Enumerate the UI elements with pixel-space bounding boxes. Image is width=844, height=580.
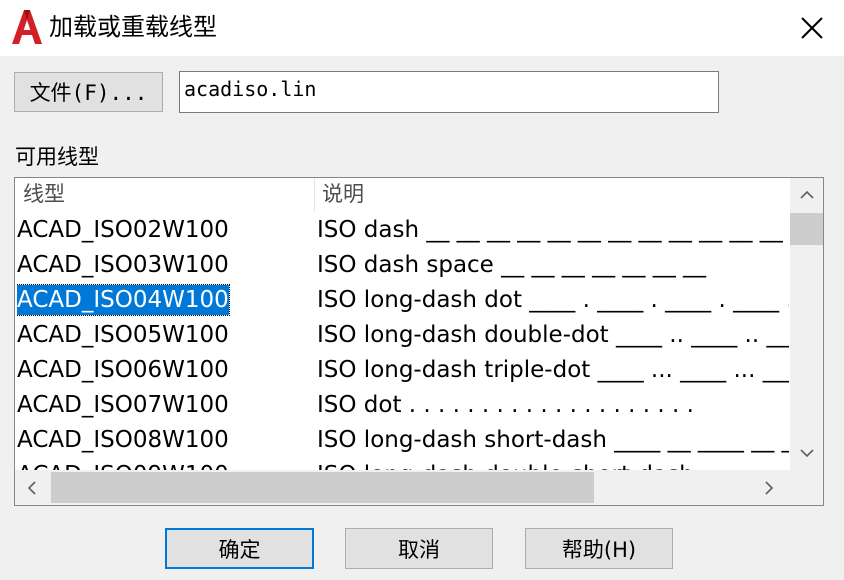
- close-icon: [801, 17, 823, 39]
- list-item[interactable]: ACAD_ISO08W100 ISO long-dash short-dash …: [15, 423, 789, 458]
- linetype-name: ACAD_ISO05W100: [17, 322, 229, 348]
- list-item[interactable]: ACAD_ISO09W100 ISO long-dash double-shor…: [15, 458, 789, 470]
- dialog-title: 加载或重载线型: [49, 13, 217, 41]
- list-item[interactable]: ACAD_ISO02W100 ISO dash __ __ __ __ __ _…: [15, 213, 789, 248]
- horizontal-scrollbar[interactable]: [15, 470, 790, 505]
- horizontal-scroll-thumb[interactable]: [51, 472, 594, 503]
- linetype-name: ACAD_ISO03W100: [17, 252, 229, 278]
- title-bar: 加载或重载线型: [0, 0, 844, 56]
- linetype-description: ISO long-dash short-dash ____ __ ____ __…: [317, 427, 789, 453]
- ok-button[interactable]: 确定: [165, 528, 314, 569]
- column-header-linetype[interactable]: 线型: [23, 180, 65, 208]
- column-header-description[interactable]: 说明: [322, 180, 364, 208]
- chevron-down-icon: [799, 449, 814, 458]
- scroll-up-button[interactable]: [790, 178, 823, 211]
- scroll-left-button[interactable]: [15, 470, 48, 505]
- file-path-field[interactable]: acadiso.lin: [179, 71, 719, 113]
- list-item[interactable]: ACAD_ISO05W100 ISO long-dash double-dot …: [15, 318, 789, 353]
- help-button[interactable]: 帮助(H): [525, 528, 673, 569]
- linetype-description: ISO dash __ __ __ __ __ __ __ __ __ __ _…: [317, 217, 789, 243]
- linetype-description: ISO dot . . . . . . . . . . . . . . . . …: [317, 392, 694, 418]
- vertical-scrollbar[interactable]: [790, 178, 823, 470]
- list-header: 线型 说明: [15, 178, 789, 211]
- chevron-left-icon: [27, 480, 36, 495]
- autocad-logo-icon: [12, 10, 42, 44]
- linetype-name: ACAD_ISO08W100: [17, 427, 229, 453]
- chevron-up-icon: [799, 190, 814, 199]
- linetype-description: ISO long-dash double-dot ____ .. ____ ..…: [317, 322, 789, 348]
- list-item[interactable]: ACAD_ISO07W100 ISO dot . . . . . . . . .…: [15, 388, 789, 423]
- linetype-name: ACAD_ISO09W100: [17, 460, 229, 470]
- close-button[interactable]: [790, 6, 834, 50]
- linetype-list[interactable]: 线型 说明 ACAD_ISO02W100 ISO dash __ __ __ _…: [14, 177, 824, 506]
- list-item-selected[interactable]: ACAD_ISO04W100 ISO long-dash dot ____ . …: [15, 283, 789, 318]
- column-divider[interactable]: [314, 178, 315, 211]
- list-rows: ACAD_ISO02W100 ISO dash __ __ __ __ __ _…: [15, 213, 789, 470]
- list-item[interactable]: ACAD_ISO03W100 ISO dash space __ __ __ _…: [15, 248, 789, 283]
- scrollbar-corner: [790, 470, 823, 505]
- linetype-name: ACAD_ISO02W100: [17, 217, 229, 243]
- file-button[interactable]: 文件(F)...: [14, 72, 163, 112]
- linetype-description: ISO long-dash triple-dot ____ ... ____ .…: [317, 357, 789, 383]
- vertical-scroll-thumb[interactable]: [790, 213, 823, 245]
- linetype-name: ACAD_ISO07W100: [17, 392, 229, 418]
- chevron-right-icon: [765, 480, 774, 495]
- linetype-name: ACAD_ISO04W100: [17, 284, 230, 316]
- scroll-right-button[interactable]: [753, 470, 786, 505]
- scroll-down-button[interactable]: [790, 437, 823, 470]
- linetype-name: ACAD_ISO06W100: [17, 357, 229, 383]
- linetype-description: ISO long-dash double-short-dash: [317, 458, 789, 470]
- linetype-description: ISO long-dash dot ____ . ____ . ____ . _…: [317, 287, 789, 313]
- linetype-description: ISO dash space __ __ __ __ __ __ __: [317, 252, 707, 278]
- list-item[interactable]: ACAD_ISO06W100 ISO long-dash triple-dot …: [15, 353, 789, 388]
- available-linetypes-label: 可用线型: [15, 145, 99, 169]
- cancel-button[interactable]: 取消: [345, 528, 493, 569]
